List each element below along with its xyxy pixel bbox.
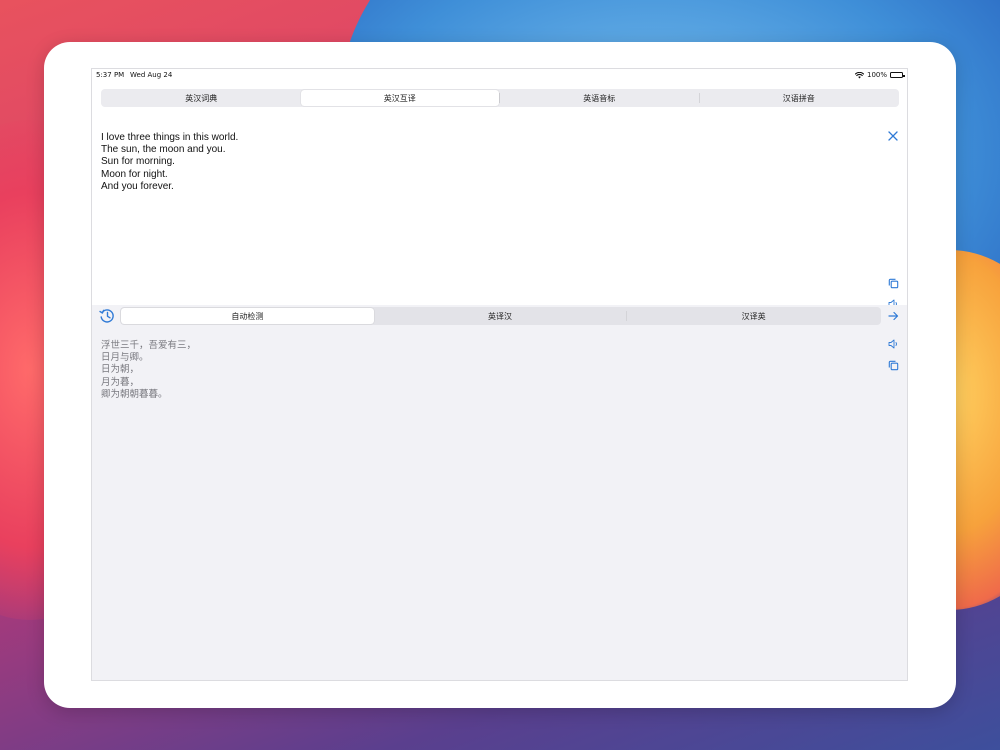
source-line: And you forever. bbox=[101, 180, 174, 192]
tab-zh-to-en[interactable]: 汉译英 bbox=[627, 308, 880, 324]
copy-output-button[interactable] bbox=[886, 358, 900, 372]
tab-auto-detect[interactable]: 自动检测 bbox=[121, 308, 374, 324]
source-line: Moon for night. bbox=[101, 168, 168, 180]
app-screen: 5:37 PM Wed Aug 24 100% 英汉词典 英汉互译 英语音标 汉… bbox=[91, 68, 908, 681]
translate-button[interactable] bbox=[886, 309, 900, 323]
wifi-icon bbox=[854, 71, 864, 78]
source-line: I love three things in this world. bbox=[101, 132, 239, 143]
tab-dictionary[interactable]: 英汉词典 bbox=[102, 90, 301, 106]
source-line: Sun for morning. bbox=[101, 156, 175, 168]
translation-output: 浮世三千，吾爱有三， 日月与卿。 日为朝， 月为暮， 卿为朝朝暮暮。 bbox=[101, 340, 196, 401]
direction-segmented-control: 自动检测 英译汉 汉译英 bbox=[120, 307, 881, 325]
mode-segmented-control: 英汉词典 英汉互译 英语音标 汉语拼音 bbox=[101, 89, 899, 107]
tab-label: 汉译英 bbox=[741, 311, 766, 321]
speak-output-button[interactable] bbox=[886, 337, 900, 351]
status-right: 100% bbox=[854, 71, 905, 79]
tab-label: 英汉词典 bbox=[185, 93, 218, 103]
tab-phonetic[interactable]: 英语音标 bbox=[500, 90, 699, 106]
close-icon bbox=[888, 131, 898, 141]
tab-label: 英译汉 bbox=[488, 311, 512, 321]
status-date: Wed Aug 24 bbox=[130, 71, 173, 79]
arrow-right-icon bbox=[887, 311, 898, 321]
tab-label: 英语音标 bbox=[583, 93, 616, 103]
output-line: 浮世三千，吾爱有三， bbox=[101, 340, 197, 351]
source-text-input[interactable]: I love three things in this world. The s… bbox=[101, 132, 238, 193]
battery-percent: 100% bbox=[866, 71, 887, 79]
output-line: 日月与卿。 bbox=[101, 352, 149, 364]
tab-en-to-zh[interactable]: 英译汉 bbox=[374, 308, 627, 324]
tab-translate[interactable]: 英汉互译 bbox=[300, 90, 499, 106]
clear-button[interactable] bbox=[886, 129, 900, 143]
input-area: 英汉词典 英汉互译 英语音标 汉语拼音 I love three things … bbox=[92, 83, 907, 309]
speaker-icon bbox=[888, 339, 897, 349]
output-line: 日为朝， bbox=[101, 364, 140, 376]
history-button[interactable] bbox=[98, 307, 116, 325]
tab-label: 自动检测 bbox=[231, 311, 264, 321]
copy-icon bbox=[888, 360, 898, 370]
tab-label: 英汉互译 bbox=[383, 93, 416, 103]
tab-label: 汉语拼音 bbox=[782, 93, 815, 103]
battery-icon bbox=[890, 72, 905, 78]
source-line: The sun, the moon and you. bbox=[101, 144, 226, 156]
direction-bar: 自动检测 英译汉 汉译英 bbox=[92, 305, 907, 327]
output-line: 月为暮， bbox=[101, 376, 140, 388]
status-time: 5:37 PM bbox=[96, 71, 125, 79]
tab-pinyin[interactable]: 汉语拼音 bbox=[700, 90, 899, 106]
copy-icon bbox=[888, 278, 898, 288]
copy-source-button[interactable] bbox=[886, 276, 900, 290]
status-bar: 5:37 PM Wed Aug 24 100% bbox=[92, 69, 907, 83]
output-line: 卿为朝朝暮暮。 bbox=[101, 388, 168, 400]
history-icon bbox=[99, 309, 114, 323]
